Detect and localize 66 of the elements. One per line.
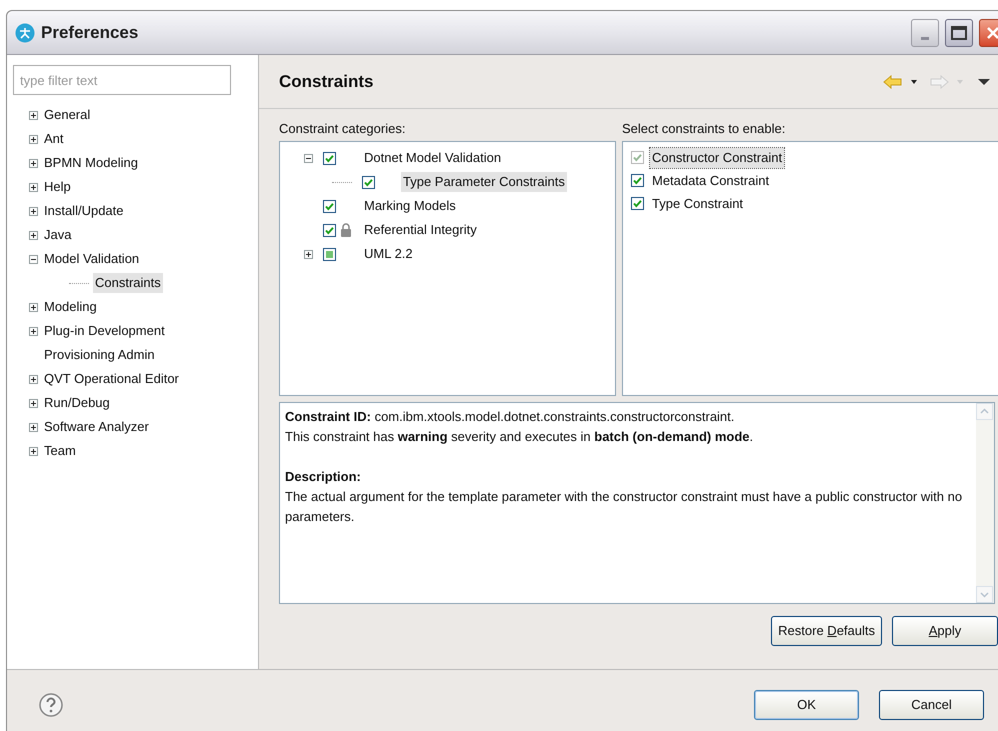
close-icon xyxy=(986,26,998,40)
dropdown-icon[interactable] xyxy=(909,78,919,84)
tree-item[interactable]: QVT Operational Editor xyxy=(42,369,181,389)
description-text: The actual argument for the template parameter with the constructor constraint must have a public constructor with no parameters. xyxy=(285,488,964,526)
checkbox[interactable] xyxy=(631,174,644,187)
checkbox[interactable] xyxy=(631,197,644,210)
expand-icon[interactable] xyxy=(29,134,38,144)
checkbox[interactable] xyxy=(323,224,336,236)
tree-item[interactable]: Plug-in Development xyxy=(42,321,167,341)
collapse-icon[interactable] xyxy=(304,154,313,162)
tree-item[interactable]: BPMN Modeling xyxy=(42,153,140,173)
category-item[interactable]: Marking Models xyxy=(362,196,458,216)
tree-item[interactable]: Software Analyzer xyxy=(42,417,151,437)
dialog-button[interactable]: OK xyxy=(754,690,859,720)
constraint-item[interactable]: Metadata Constraint xyxy=(650,170,772,190)
checkbox[interactable] xyxy=(323,200,336,212)
expand-icon[interactable] xyxy=(29,374,38,384)
tree-item[interactable]: Ant xyxy=(42,129,66,149)
dialog-button[interactable]: Cancel xyxy=(879,690,984,720)
expand-icon[interactable] xyxy=(29,302,38,312)
filter-field[interactable]: type filter text xyxy=(13,65,231,95)
tree-item[interactable]: Install/Update xyxy=(42,201,126,221)
tree-item[interactable]: Provisioning Admin xyxy=(42,345,157,365)
details-text: This constraint has warning severity and executes in batch (on-demand) mode. xyxy=(285,428,754,446)
constraint-item[interactable]: Type Constraint xyxy=(650,194,746,214)
expand-icon[interactable] xyxy=(304,250,313,258)
expand-icon[interactable] xyxy=(29,110,38,120)
checkbox[interactable] xyxy=(323,248,336,260)
checkbox[interactable] xyxy=(323,152,336,164)
expand-icon[interactable] xyxy=(29,422,38,432)
tree-item[interactable]: Team xyxy=(42,441,78,461)
help-icon[interactable] xyxy=(39,692,63,716)
tree-item[interactable]: Model Validation xyxy=(42,249,142,269)
page-title: Constraints xyxy=(279,70,374,93)
maximize-icon xyxy=(951,26,967,40)
tree-item[interactable]: Help xyxy=(42,177,73,197)
category-item[interactable]: Type Parameter Constraints xyxy=(401,172,567,192)
tree-item[interactable]: Java xyxy=(42,225,74,245)
minimize-button[interactable] xyxy=(911,18,939,46)
tree-item[interactable]: Run/Debug xyxy=(42,393,112,413)
maximize-button[interactable] xyxy=(945,18,973,46)
expand-icon[interactable] xyxy=(29,446,38,456)
category-item[interactable]: Dotnet Model Validation xyxy=(362,148,504,168)
collapse-icon[interactable] xyxy=(29,254,38,264)
tree-item[interactable]: General xyxy=(42,105,92,125)
checkbox[interactable] xyxy=(362,176,375,188)
expand-icon[interactable] xyxy=(29,230,38,240)
section-label: Constraint categories: xyxy=(279,120,406,138)
description-heading: Description: xyxy=(285,468,362,486)
category-item[interactable]: Referential Integrity xyxy=(362,220,479,240)
window-title: Preferences xyxy=(41,22,138,44)
expand-icon[interactable] xyxy=(29,326,38,336)
category-item[interactable]: UML 2.2 xyxy=(362,244,415,264)
page-button[interactable]: Restore Defaults xyxy=(771,616,882,646)
page-button[interactable]: Apply xyxy=(892,616,998,646)
section-label: Select constraints to enable: xyxy=(622,120,786,138)
expand-icon[interactable] xyxy=(29,398,38,408)
expand-icon[interactable] xyxy=(29,158,38,168)
details-text: Constraint ID: com.ibm.xtools.model.dotnet.constraints.constructorconstraint. xyxy=(285,408,736,426)
menu-icon[interactable] xyxy=(977,78,991,86)
tree-item[interactable]: Modeling xyxy=(42,297,99,317)
expand-icon[interactable] xyxy=(29,182,38,192)
expand-icon[interactable] xyxy=(29,206,38,216)
tree-item[interactable]: Constraints xyxy=(93,273,163,293)
minimize-icon xyxy=(921,36,929,40)
app-icon xyxy=(15,22,35,42)
